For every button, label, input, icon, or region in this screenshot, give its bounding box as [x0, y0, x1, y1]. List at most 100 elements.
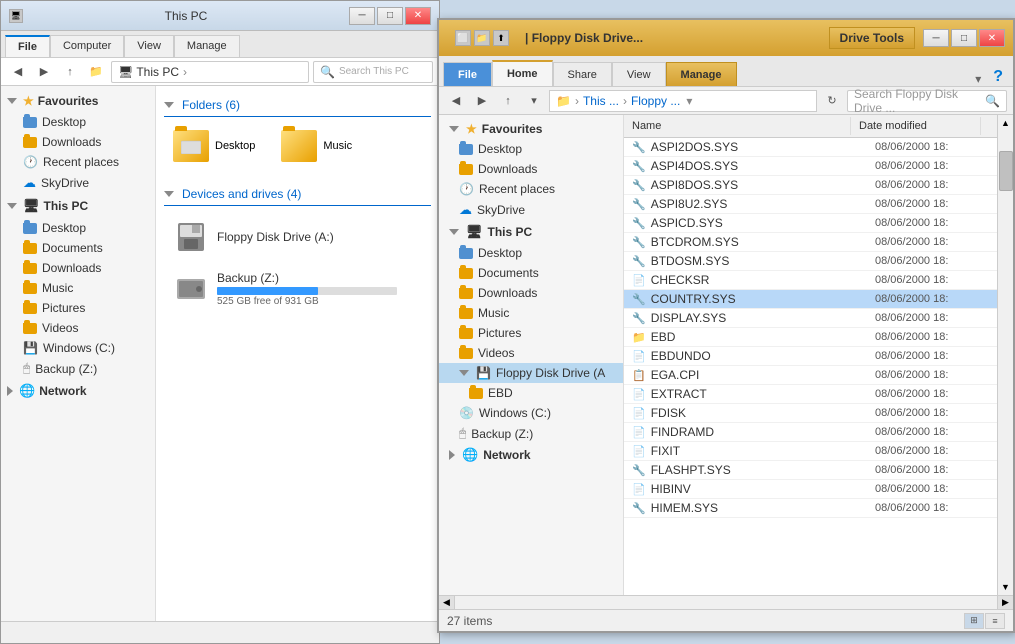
floppy-sidebar-skydrive[interactable]: ☁ SkyDrive [439, 199, 623, 221]
floppy-tab-manage[interactable]: Manage [666, 62, 737, 86]
file-row[interactable]: 📄 EXTRACT 08/06/2000 18: [624, 385, 997, 404]
sidebar-favourites-header[interactable]: ★ Favourites [1, 90, 155, 112]
file-row[interactable]: 🔧 COUNTRY.SYS 08/06/2000 18: [624, 290, 997, 309]
floppy-path-this[interactable]: This ... [583, 94, 619, 108]
thispc-folder-desktop[interactable]: Desktop [164, 125, 264, 167]
floppy-col-header-name[interactable]: Name [624, 117, 851, 135]
thispc-tab-file[interactable]: File [5, 35, 50, 57]
floppy-minimize-button[interactable]: ─ [923, 29, 949, 47]
thispc-files-button[interactable]: 📁 [85, 62, 107, 82]
thispc-search-box[interactable]: 🔍 Search This PC [313, 61, 433, 83]
floppy-sidebar-desktop[interactable]: Desktop [439, 139, 623, 159]
floppy-sidebar-thispc-pictures[interactable]: Pictures [439, 323, 623, 343]
thispc-folders-header[interactable]: Folders (6) [164, 94, 431, 117]
floppy-sidebar-thispc-header[interactable]: 🖥 This PC [439, 221, 623, 243]
sidebar-thispc-music[interactable]: Music [1, 278, 155, 298]
floppy-forward-button[interactable]: ▶ [471, 91, 493, 111]
floppy-tab-home[interactable]: Home [492, 60, 553, 86]
file-row[interactable]: 📄 FDISK 08/06/2000 18: [624, 404, 997, 423]
scrollbar-up-button[interactable]: ▲ [998, 115, 1013, 131]
file-row[interactable]: 🔧 ASPI4DOS.SYS 08/06/2000 18: [624, 157, 997, 176]
sidebar-thispc-backup[interactable]: 🖱 Backup (Z:) [1, 358, 155, 379]
sidebar-item-desktop[interactable]: Desktop [1, 112, 155, 132]
sidebar-thispc-header[interactable]: 🖥 This PC [1, 194, 155, 218]
thispc-tab-view[interactable]: View [124, 35, 174, 57]
floppy-sidebar-windows-c[interactable]: 💿 Windows (C:) [439, 403, 623, 423]
file-row[interactable]: 🔧 ASPI2DOS.SYS 08/06/2000 18: [624, 138, 997, 157]
sidebar-thispc-desktop[interactable]: Desktop [1, 218, 155, 238]
file-row[interactable]: 🔧 ASPI8U2.SYS 08/06/2000 18: [624, 195, 997, 214]
sidebar-item-recent[interactable]: 🕐 Recent places [1, 152, 155, 172]
thispc-close-button[interactable]: ✕ [405, 7, 431, 25]
file-row[interactable]: 🔧 FLASHPT.SYS 08/06/2000 18: [624, 461, 997, 480]
floppy-address-path[interactable]: 📁 › This ... › Floppy ... ▾ [549, 90, 817, 112]
floppy-back-button[interactable]: ◀ [445, 91, 467, 111]
floppy-ribbon-chevron[interactable]: ▾ [969, 72, 987, 86]
sidebar-thispc-pictures[interactable]: Pictures [1, 298, 155, 318]
file-row[interactable]: 📄 CHECKSR 08/06/2000 18: [624, 271, 997, 290]
floppy-refresh-button[interactable]: ↻ [821, 91, 843, 111]
floppy-close-button[interactable]: ✕ [979, 29, 1005, 47]
floppy-sidebar-ebd[interactable]: EBD [439, 383, 623, 403]
file-row[interactable]: 📄 HIBINV 08/06/2000 18: [624, 480, 997, 499]
scrollbar-down-button[interactable]: ▼ [998, 579, 1013, 595]
sidebar-thispc-downloads[interactable]: Downloads [1, 258, 155, 278]
scrollbar-left-button[interactable]: ◀ [439, 596, 455, 610]
floppy-up-button[interactable]: ↑ [497, 91, 519, 111]
sidebar-item-downloads[interactable]: Downloads [1, 132, 155, 152]
sidebar-thispc-videos[interactable]: Videos [1, 318, 155, 338]
thispc-tab-manage[interactable]: Manage [174, 35, 240, 57]
floppy-tab-share[interactable]: Share [553, 62, 612, 86]
thispc-forward-button[interactable]: ▶ [33, 62, 55, 82]
file-row[interactable]: 🔧 HIMEM.SYS 08/06/2000 18: [624, 499, 997, 518]
file-row[interactable]: 📁 EBD 08/06/2000 18: [624, 328, 997, 347]
thispc-device-floppy[interactable]: Floppy Disk Drive (A:) [164, 214, 431, 260]
floppy-tab-view[interactable]: View [612, 62, 666, 86]
file-row[interactable]: 📄 EBDUNDO 08/06/2000 18: [624, 347, 997, 366]
floppy-sidebar-thispc-desktop[interactable]: Desktop [439, 243, 623, 263]
floppy-path-floppy[interactable]: Floppy ... [631, 94, 680, 108]
floppy-path-dropdown[interactable]: ▾ [686, 94, 692, 108]
floppy-sidebar-backup-z[interactable]: 🖱 Backup (Z:) [439, 423, 623, 444]
thispc-minimize-button[interactable]: ─ [349, 7, 375, 25]
file-row[interactable]: 🔧 BTCDROM.SYS 08/06/2000 18: [624, 233, 997, 252]
floppy-col-header-date[interactable]: Date modified [851, 117, 981, 135]
thispc-tab-computer[interactable]: Computer [50, 35, 124, 57]
sidebar-network-header[interactable]: 🌐 Network [1, 379, 155, 403]
sidebar-item-skydrive[interactable]: ☁ SkyDrive [1, 172, 155, 194]
thispc-device-backup[interactable]: Backup (Z:) 525 GB free of 931 GB [164, 264, 431, 314]
file-row[interactable]: 📋 EGA.CPI 08/06/2000 18: [624, 366, 997, 385]
thispc-up-button[interactable]: ↑ [59, 62, 81, 82]
floppy-view-details-button[interactable]: ⊞ [964, 613, 984, 629]
scrollbar-right-button[interactable]: ▶ [997, 596, 1013, 610]
floppy-sidebar-floppy-drive[interactable]: 💾 Floppy Disk Drive (A [439, 363, 623, 383]
file-row[interactable]: 🔧 ASPI8DOS.SYS 08/06/2000 18: [624, 176, 997, 195]
floppy-view-list-button[interactable]: ≡ [985, 613, 1005, 629]
file-row[interactable]: 🔧 DISPLAY.SYS 08/06/2000 18: [624, 309, 997, 328]
floppy-sidebar-network-header[interactable]: 🌐 Network [439, 444, 623, 466]
floppy-sidebar-downloads[interactable]: Downloads [439, 159, 623, 179]
thispc-back-button[interactable]: ◀ [7, 62, 29, 82]
scrollbar-thumb[interactable] [999, 151, 1013, 191]
sidebar-thispc-documents[interactable]: Documents [1, 238, 155, 258]
thispc-maximize-button[interactable]: □ [377, 7, 403, 25]
floppy-sidebar-recent[interactable]: 🕐 Recent places [439, 179, 623, 199]
thispc-folder-music[interactable]: Music [272, 125, 372, 167]
floppy-sidebar-thispc-videos[interactable]: Videos [439, 343, 623, 363]
floppy-scrollbar-horizontal[interactable]: ◀ ▶ [439, 595, 1013, 609]
floppy-sidebar-thispc-downloads[interactable]: Downloads [439, 283, 623, 303]
floppy-recent-button[interactable]: ▾ [523, 91, 545, 111]
floppy-maximize-button[interactable]: □ [951, 29, 977, 47]
floppy-tab-file[interactable]: File [443, 62, 492, 86]
floppy-sidebar-thispc-documents[interactable]: Documents [439, 263, 623, 283]
file-row[interactable]: 🔧 BTDOSM.SYS 08/06/2000 18: [624, 252, 997, 271]
floppy-scrollbar-vertical[interactable]: ▲ ▼ [997, 115, 1013, 595]
file-row[interactable]: 📄 FIXIT 08/06/2000 18: [624, 442, 997, 461]
file-row[interactable]: 🔧 ASPICD.SYS 08/06/2000 18: [624, 214, 997, 233]
sidebar-thispc-windows[interactable]: 💾 Windows (C:) [1, 338, 155, 358]
thispc-devices-header[interactable]: Devices and drives (4) [164, 183, 431, 206]
file-row[interactable]: 📄 FINDRAMD 08/06/2000 18: [624, 423, 997, 442]
floppy-help-button[interactable]: ? [987, 68, 1009, 86]
floppy-sidebar-thispc-music[interactable]: Music [439, 303, 623, 323]
floppy-search-box[interactable]: Search Floppy Disk Drive ... 🔍 [847, 90, 1007, 112]
